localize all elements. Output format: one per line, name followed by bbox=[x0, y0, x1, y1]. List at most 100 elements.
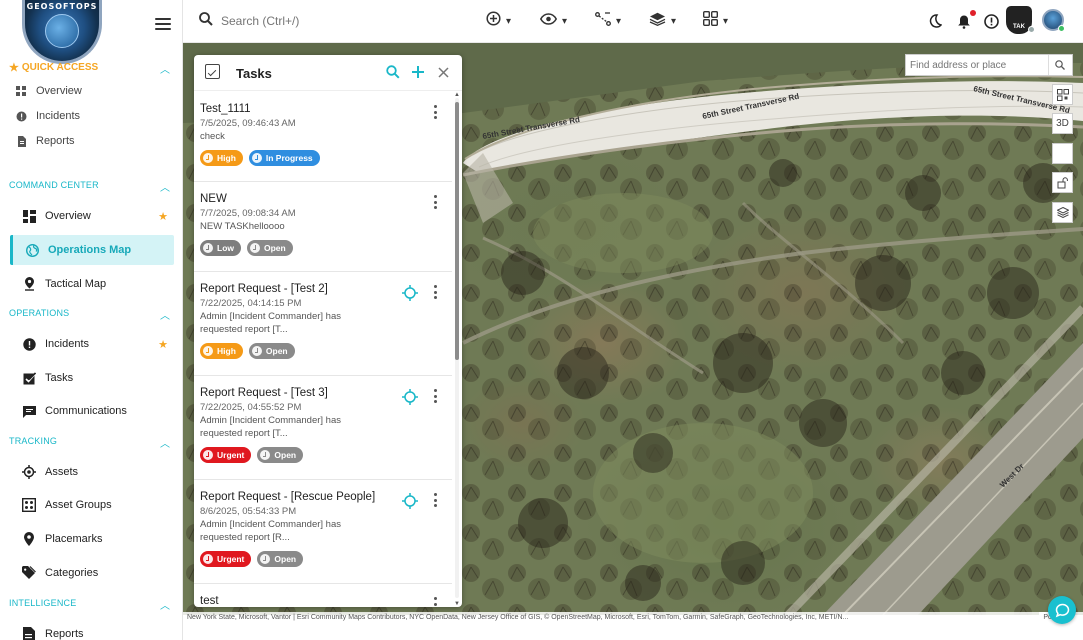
task-card[interactable]: Report Request - [Rescue People] 8/6/202… bbox=[194, 480, 452, 584]
close-icon[interactable] bbox=[435, 64, 451, 80]
visibility-tool[interactable]: ▾ bbox=[539, 11, 567, 31]
status-icon bbox=[260, 450, 271, 460]
sidebar-item-incidents[interactable]: Incidents ★ bbox=[10, 329, 174, 359]
layers-icon bbox=[649, 12, 666, 31]
layers-tool[interactable]: ▾ bbox=[649, 11, 676, 31]
sidebar-item-operations-map[interactable]: Operations Map bbox=[10, 235, 174, 265]
notifications-bell-icon[interactable] bbox=[954, 10, 976, 32]
task-card[interactable]: test bbox=[194, 584, 452, 607]
task-card[interactable]: Report Request - [Test 2] 7/22/2025, 04:… bbox=[194, 272, 452, 376]
quick-access-item-overview[interactable]: Overview bbox=[16, 81, 82, 101]
locate-crosshair-icon[interactable] bbox=[402, 285, 418, 301]
search-icon[interactable] bbox=[199, 12, 213, 30]
sidebar-item-asset-groups[interactable]: Asset Groups bbox=[10, 490, 174, 520]
chevron-up-icon[interactable]: ︿ bbox=[160, 179, 170, 194]
task-menu-icon[interactable] bbox=[432, 285, 438, 299]
checkbox-icon bbox=[22, 371, 36, 385]
report-icon bbox=[22, 627, 36, 640]
sidebar-item-label: Operations Map bbox=[48, 244, 132, 256]
status-label: Open bbox=[274, 554, 297, 564]
status-badge: Open bbox=[248, 343, 295, 359]
sidebar: GEOSOFTOPS ★ QUICK ACCESS ︿ Overview Inc… bbox=[0, 0, 183, 640]
quick-access-item-reports[interactable]: Reports bbox=[16, 131, 75, 151]
quick-access-title: QUICK ACCESS bbox=[21, 62, 99, 73]
status-icon bbox=[260, 554, 271, 564]
task-menu-icon[interactable] bbox=[432, 597, 438, 607]
task-description: Admin [Incident Commander] has requested… bbox=[200, 519, 341, 543]
task-description: Admin [Incident Commander] has requested… bbox=[200, 311, 341, 335]
add-task-icon[interactable] bbox=[410, 64, 426, 80]
measure-tool[interactable]: ▾ bbox=[595, 11, 621, 31]
map-credits-text: New York State, Microsoft, Vantor | Esri… bbox=[187, 614, 849, 621]
locate-crosshair-icon[interactable] bbox=[402, 493, 418, 509]
tag-icon bbox=[22, 566, 36, 580]
lock-icon[interactable] bbox=[1052, 172, 1073, 193]
sidebar-item-assets[interactable]: Assets bbox=[10, 457, 174, 487]
tasks-panel-header: Tasks bbox=[194, 55, 462, 91]
locate-crosshair-icon[interactable] bbox=[402, 389, 418, 405]
priority-icon bbox=[203, 153, 213, 163]
search-tasks-icon[interactable] bbox=[385, 64, 401, 80]
qr-grid-icon[interactable] bbox=[1052, 84, 1073, 105]
star-icon: ★ bbox=[9, 62, 19, 74]
task-description: NEW TASKhelloooo bbox=[200, 221, 285, 232]
apps-tool[interactable]: ▾ bbox=[702, 10, 729, 31]
place-search-button[interactable] bbox=[1048, 55, 1070, 75]
task-card[interactable]: NEW 7/7/2025, 09:08:34 AM NEW TASKhelloo… bbox=[194, 182, 452, 272]
map-layers-icon[interactable] bbox=[1052, 202, 1073, 223]
task-menu-icon[interactable] bbox=[432, 389, 438, 403]
group-icon bbox=[22, 498, 36, 512]
quick-access-header[interactable]: ★ QUICK ACCESS bbox=[9, 61, 98, 74]
task-title: Test_1111 bbox=[200, 103, 251, 115]
user-avatar[interactable] bbox=[1042, 9, 1065, 32]
scroll-down-arrow-icon[interactable]: ▼ bbox=[454, 601, 460, 607]
organization-badge[interactable]: TAK bbox=[1006, 6, 1035, 34]
favorite-star-icon[interactable]: ★ bbox=[158, 338, 168, 351]
priority-label: Urgent bbox=[217, 554, 245, 564]
task-card[interactable]: Test_1111 7/5/2025, 09:46:43 AM check Hi… bbox=[194, 92, 452, 182]
task-list-scrollbar[interactable]: ▲ ▼ bbox=[452, 92, 462, 607]
add-location-tool[interactable]: ▾ bbox=[486, 11, 511, 31]
section-title-tracking: TRACKING bbox=[9, 436, 58, 446]
chevron-down-icon: ▾ bbox=[723, 15, 729, 27]
grid-apps-icon bbox=[702, 10, 718, 31]
sidebar-item-categories[interactable]: Categories bbox=[10, 558, 174, 588]
sidebar-item-communications[interactable]: Communications bbox=[10, 396, 174, 426]
chevron-down-icon: ▾ bbox=[671, 15, 677, 27]
task-list[interactable]: Test_1111 7/5/2025, 09:46:43 AM check Hi… bbox=[194, 92, 452, 607]
search-input[interactable] bbox=[221, 14, 421, 28]
quick-access-item-incidents[interactable]: Incidents bbox=[16, 106, 80, 126]
theme-toggle-moon-icon[interactable] bbox=[925, 10, 945, 32]
quick-access-label: Incidents bbox=[36, 110, 81, 122]
chevron-up-icon[interactable]: ︿ bbox=[160, 61, 170, 76]
task-description: Admin [Incident Commander] has requested… bbox=[200, 415, 341, 439]
map-control-blank-button[interactable] bbox=[1052, 143, 1073, 164]
sidebar-item-reports[interactable]: Reports bbox=[10, 619, 174, 640]
globe-icon bbox=[45, 14, 79, 48]
org-badge-text: TAK bbox=[1013, 24, 1025, 30]
favorite-star-icon[interactable]: ★ bbox=[158, 210, 168, 223]
status-icon bbox=[250, 243, 260, 253]
3d-toggle-button[interactable]: 3D bbox=[1052, 113, 1073, 134]
sidebar-item-overview[interactable]: Overview ★ bbox=[10, 201, 174, 231]
chat-bubble-icon bbox=[1055, 603, 1069, 617]
chat-support-button[interactable] bbox=[1048, 596, 1076, 624]
task-card[interactable]: Report Request - [Test 3] 7/22/2025, 04:… bbox=[194, 376, 452, 480]
sidebar-item-label: Overview bbox=[45, 210, 91, 222]
sidebar-item-tasks[interactable]: Tasks bbox=[10, 363, 174, 393]
sidebar-item-placemarks[interactable]: Placemarks bbox=[10, 524, 174, 554]
info-alert-icon[interactable] bbox=[981, 10, 1001, 32]
scrollbar-thumb[interactable] bbox=[455, 102, 459, 360]
sidebar-item-tactical-map[interactable]: Tactical Map bbox=[10, 269, 174, 299]
priority-label: Low bbox=[217, 243, 234, 253]
chevron-up-icon[interactable]: ︿ bbox=[160, 597, 170, 612]
menu-toggle-icon[interactable] bbox=[155, 18, 171, 32]
app-logo[interactable]: GEOSOFTOPS bbox=[22, 0, 102, 64]
task-menu-icon[interactable] bbox=[432, 105, 438, 119]
chevron-up-icon[interactable]: ︿ bbox=[160, 435, 170, 450]
chevron-up-icon[interactable]: ︿ bbox=[160, 307, 170, 322]
task-menu-icon[interactable] bbox=[432, 195, 438, 209]
sidebar-item-label: Incidents bbox=[45, 338, 90, 350]
place-search-input[interactable] bbox=[906, 59, 1048, 71]
task-menu-icon[interactable] bbox=[432, 493, 438, 507]
